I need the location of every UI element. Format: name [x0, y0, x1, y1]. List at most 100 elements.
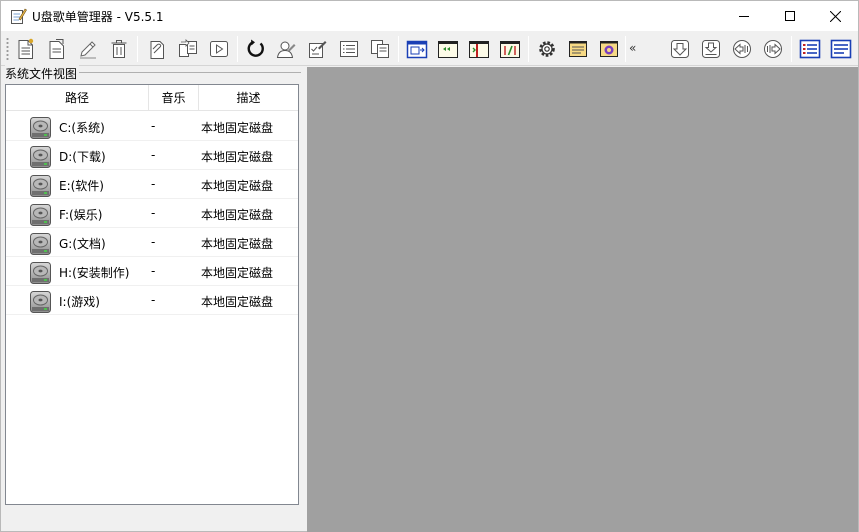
- drive-description: 本地固定磁盘: [201, 150, 274, 164]
- view-list-button[interactable]: [829, 37, 853, 61]
- edit-button[interactable]: [76, 37, 100, 61]
- list-item[interactable]: D:(下载) - 本地固定磁盘: [6, 141, 298, 170]
- drive-list[interactable]: 路径 音乐 描述 C:(系统) - 本地固定磁盘 D:(下载) - 本地固定磁盘…: [5, 84, 299, 505]
- left-right-button[interactable]: [730, 37, 754, 61]
- group-border: [79, 72, 301, 73]
- about-icon: [600, 41, 618, 57]
- window-layout-icon: [406, 40, 428, 59]
- play-button[interactable]: [207, 37, 231, 61]
- hard-drive-icon: [29, 116, 52, 140]
- column-header-path[interactable]: 路径: [6, 85, 148, 111]
- settings-button[interactable]: [535, 37, 559, 61]
- list-item[interactable]: E:(软件) - 本地固定磁盘: [6, 170, 298, 199]
- drive-path: G:(文档): [59, 237, 106, 251]
- drive-music: -: [151, 177, 156, 191]
- duplicate-button[interactable]: [368, 37, 392, 61]
- open-list-button[interactable]: [45, 37, 69, 61]
- drive-path: C:(系统): [59, 121, 105, 135]
- toolbar-overflow-chevron-icon[interactable]: «: [629, 41, 636, 55]
- list-item[interactable]: F:(娱乐) - 本地固定磁盘: [6, 199, 298, 228]
- toolbar-separator: [791, 36, 792, 62]
- view-details-icon: [799, 39, 821, 59]
- drive-music: -: [151, 119, 156, 133]
- rewind-window-icon: [438, 41, 458, 58]
- download-button[interactable]: [668, 37, 692, 61]
- toolbar-grip[interactable]: [6, 37, 9, 61]
- close-button[interactable]: [812, 1, 858, 31]
- new-list-icon: [18, 38, 34, 59]
- split-window-button[interactable]: [467, 37, 491, 61]
- group-label: 系统文件视图: [5, 65, 80, 82]
- window-title: U盘歌单管理器 - V5.5.1: [32, 10, 164, 24]
- hard-drive-icon: [29, 174, 52, 198]
- minimize-button[interactable]: [721, 1, 767, 31]
- refresh-button[interactable]: [244, 37, 268, 61]
- list-icon: [340, 41, 358, 57]
- import-button[interactable]: [699, 37, 723, 61]
- drive-path: F:(娱乐): [59, 208, 103, 222]
- document-icon: [569, 41, 587, 57]
- minimize-icon: [739, 16, 749, 17]
- user-icon: [276, 41, 296, 58]
- column-header-music[interactable]: 音乐: [149, 85, 198, 111]
- attach-button[interactable]: [145, 37, 169, 61]
- toolbar-separator: [137, 36, 138, 62]
- right-left-button[interactable]: [761, 37, 785, 61]
- drive-description: 本地固定磁盘: [201, 121, 274, 135]
- hard-drive-icon: [29, 203, 52, 227]
- delete-button[interactable]: [107, 37, 131, 61]
- new-list-button[interactable]: [14, 37, 38, 61]
- toolbar-separator: [237, 36, 238, 62]
- list-header: 路径 音乐 描述: [6, 85, 298, 111]
- rewind-window-button[interactable]: [436, 37, 460, 61]
- toolbar-separator: [398, 36, 399, 62]
- maximize-icon: [785, 11, 795, 21]
- checklist-edit-button[interactable]: [305, 37, 329, 61]
- drive-music: -: [151, 264, 156, 278]
- drive-description: 本地固定磁盘: [201, 208, 274, 222]
- about-button[interactable]: [597, 37, 621, 61]
- list-item[interactable]: H:(安装制作) - 本地固定磁盘: [6, 257, 298, 286]
- toolbar-separator: [528, 36, 529, 62]
- list-item[interactable]: I:(游戏) - 本地固定磁盘: [6, 286, 298, 315]
- title-bar[interactable]: U盘歌单管理器 - V5.5.1: [1, 1, 858, 31]
- duplicate-icon: [371, 40, 389, 58]
- delete-icon: [111, 40, 127, 58]
- user-button[interactable]: [274, 37, 298, 61]
- open-list-icon: [49, 39, 64, 59]
- attach-icon: [150, 41, 164, 59]
- workspace-area[interactable]: [307, 67, 858, 532]
- app-window: U盘歌单管理器 - V5.5.1 « 系统文件视图 路径 音乐 描述 C:(系统…: [0, 0, 859, 532]
- settings-icon: [539, 41, 555, 57]
- column-header-desc[interactable]: 描述: [199, 85, 298, 111]
- left-right-icon: [733, 40, 751, 58]
- list-item[interactable]: G:(文档) - 本地固定磁盘: [6, 228, 298, 257]
- drive-music: -: [151, 235, 156, 249]
- copy-move-button[interactable]: [176, 37, 200, 61]
- tag-window-button[interactable]: [498, 37, 522, 61]
- drive-music: -: [151, 206, 156, 220]
- maximize-button[interactable]: [767, 1, 813, 31]
- split-window-icon: [469, 41, 489, 58]
- hard-drive-icon: [29, 290, 52, 314]
- play-icon: [210, 41, 228, 57]
- copy-move-icon: [179, 39, 197, 57]
- view-list-icon: [830, 39, 852, 59]
- hard-drive-icon: [29, 232, 52, 256]
- edit-icon: [80, 41, 96, 59]
- drive-description: 本地固定磁盘: [201, 266, 274, 280]
- main-toolbar: «: [1, 31, 858, 66]
- drive-music: -: [151, 148, 156, 162]
- tag-window-icon: [500, 41, 520, 58]
- refresh-icon: [247, 39, 264, 57]
- list-button[interactable]: [337, 37, 361, 61]
- window-layout-button[interactable]: [405, 37, 429, 61]
- hard-drive-icon: [29, 145, 52, 169]
- right-left-icon: [764, 40, 782, 58]
- drive-path: E:(软件): [59, 179, 104, 193]
- drive-description: 本地固定磁盘: [201, 179, 274, 193]
- drive-path: H:(安装制作): [59, 266, 130, 280]
- list-item[interactable]: C:(系统) - 本地固定磁盘: [6, 112, 298, 141]
- view-details-button[interactable]: [798, 37, 822, 61]
- document-button[interactable]: [566, 37, 590, 61]
